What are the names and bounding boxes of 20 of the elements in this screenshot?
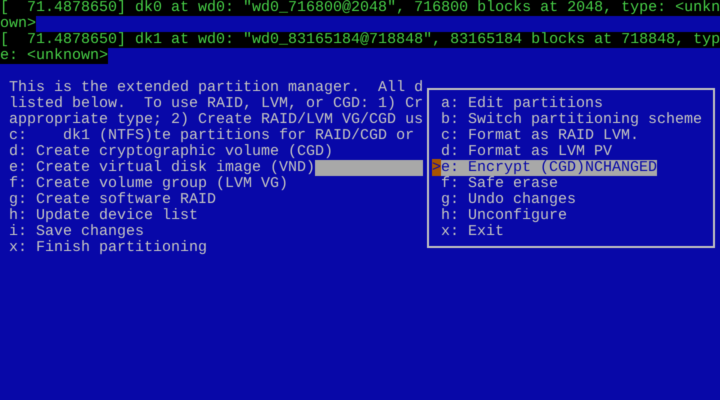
menu-item[interactable]: x: Exit (441, 224, 504, 240)
menu-item[interactable]: f: Safe erase (441, 176, 558, 192)
menu-item[interactable]: h: Unconfigure (441, 208, 568, 224)
menu-item[interactable]: h: Update device list (9, 208, 198, 224)
intro-text: listed below. To use RAID, LVM, or CGD: 1) Cr (9, 96, 424, 112)
menu-item[interactable]: a: Edit partitions (441, 96, 604, 112)
menu-item[interactable]: d: Create cryptographic volume (CGD) (9, 144, 334, 160)
menu-item[interactable]: x: Finish partitioning (9, 240, 208, 256)
menu-item[interactable]: g: Undo changes (441, 192, 576, 208)
menu-item[interactable]: f: Create volume group (LVM VG) (9, 176, 288, 192)
menu-item[interactable]: d: Format as LVM PV (441, 144, 612, 160)
menu-item[interactable]: b: Switch partitioning scheme (441, 112, 702, 128)
intro-text: This is the extended partition manager. All d (9, 80, 424, 96)
intro-text: c: dk1 (NTFS)te partitions for RAID/CGD or (9, 128, 414, 144)
menu-item[interactable]: e: Create virtual disk image (VND) (9, 160, 316, 176)
intro-text: appropriate type; 2) Create RAID/LVM VG/CGD us (9, 112, 424, 128)
menu-item[interactable]: >e: Encrypt (CGD)NCHANGED (432, 160, 658, 176)
menu-item[interactable]: i: Save changes (9, 224, 144, 240)
menu-item[interactable]: c: Format as RAID LVM. (441, 128, 640, 144)
menu-item[interactable]: g: Create software RAID (9, 192, 216, 208)
